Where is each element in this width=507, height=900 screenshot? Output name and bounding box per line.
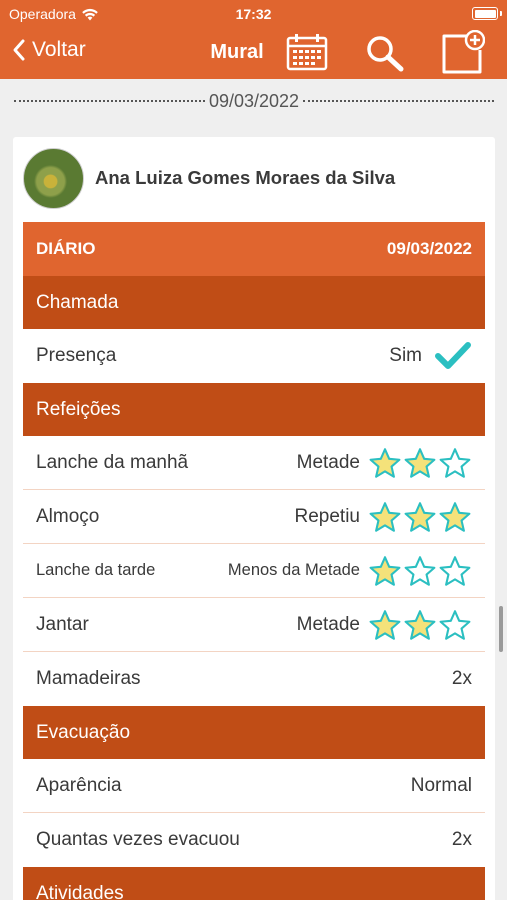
diary-block: DIÁRIO 09/03/2022 Chamada Presença Sim R… xyxy=(23,222,485,900)
appearance-label: Aparência xyxy=(36,774,122,796)
star-empty-icon xyxy=(404,555,436,586)
feed-date-separator: 09/03/2022 xyxy=(14,89,494,113)
appearance-row: Aparência Normal xyxy=(23,759,485,813)
bottles-row: Mamadeiras 2x xyxy=(23,652,485,706)
meal-row: Almoço Repetiu xyxy=(23,490,485,544)
post-author: Ana Luiza Gomes Moraes da Silva xyxy=(23,147,395,209)
star-filled-icon xyxy=(439,501,471,532)
back-label: Voltar xyxy=(32,38,86,61)
meal-row: Jantar Metade xyxy=(23,598,485,652)
divider xyxy=(303,100,494,102)
app-header: Operadora 17:32 Voltar Mural xyxy=(0,0,507,79)
star-filled-icon xyxy=(369,555,401,586)
avatar xyxy=(23,147,84,209)
star-empty-icon xyxy=(439,609,471,640)
divider xyxy=(14,100,205,102)
post-card: Ana Luiza Gomes Moraes da Silva DIÁRIO 0… xyxy=(13,137,495,900)
star-filled-icon xyxy=(369,447,401,478)
bottles-label: Mamadeiras xyxy=(36,668,141,689)
diary-title: DIÁRIO xyxy=(36,239,96,258)
evacuation-count-value: 2x xyxy=(451,829,472,850)
star-filled-icon xyxy=(369,501,401,532)
evacuation-count-label: Quantas vezes evacuou xyxy=(36,829,240,850)
star-empty-icon xyxy=(439,555,471,586)
star-rating xyxy=(368,555,472,587)
meal-row: Lanche da tarde Menos da Metade xyxy=(23,544,485,598)
star-filled-icon xyxy=(404,609,436,640)
section-chamada: Chamada xyxy=(23,276,485,329)
search-icon[interactable] xyxy=(364,34,406,72)
section-title: Atividades xyxy=(36,882,124,900)
back-button[interactable]: Voltar xyxy=(12,38,86,62)
checkmark-icon xyxy=(435,342,471,369)
presence-label: Presença xyxy=(36,345,117,366)
scrollbar[interactable] xyxy=(499,606,503,652)
meal-value: Metade xyxy=(296,613,360,635)
author-name: Ana Luiza Gomes Moraes da Silva xyxy=(95,167,396,188)
chevron-left-icon xyxy=(13,39,25,61)
meal-value: Menos da Metade xyxy=(227,561,360,579)
meal-label: Lanche da tarde xyxy=(36,561,156,579)
clock: 17:32 xyxy=(235,6,272,22)
page-title: Mural xyxy=(210,41,264,63)
star-filled-icon xyxy=(404,447,436,478)
evacuation-count-row: Quantas vezes evacuou 2x xyxy=(23,813,485,867)
meal-label: Lanche da manhã xyxy=(36,451,189,473)
meal-value: Metade xyxy=(296,451,360,473)
star-filled-icon xyxy=(369,609,401,640)
appearance-value: Normal xyxy=(410,774,472,796)
calendar-icon[interactable] xyxy=(286,33,328,71)
status-bar: Operadora 17:32 xyxy=(0,0,507,28)
meal-row: Lanche da manhã Metade xyxy=(23,436,485,490)
nav-bar: Voltar Mural xyxy=(0,28,507,79)
diary-date: 09/03/2022 xyxy=(386,239,472,258)
bottles-value: 2x xyxy=(451,668,472,689)
star-rating xyxy=(368,501,472,533)
star-empty-icon xyxy=(439,447,471,478)
section-evacuacao: Evacuação xyxy=(23,706,485,759)
star-rating xyxy=(368,447,472,479)
star-filled-icon xyxy=(404,501,436,532)
meal-value: Repetiu xyxy=(294,505,361,527)
section-atividades: Atividades xyxy=(23,867,485,900)
feed-date: 09/03/2022 xyxy=(208,90,300,111)
section-title: Chamada xyxy=(36,291,119,313)
star-rating xyxy=(368,609,472,641)
diary-header: DIÁRIO 09/03/2022 xyxy=(23,222,485,276)
add-note-icon[interactable] xyxy=(441,30,485,74)
meal-label: Almoço xyxy=(36,505,100,527)
section-title: Evacuação xyxy=(36,721,131,743)
presence-row: Presença Sim xyxy=(23,329,485,383)
battery-icon xyxy=(472,7,502,20)
meal-label: Jantar xyxy=(36,613,89,635)
presence-value: Sim xyxy=(389,345,422,366)
section-refeicoes: Refeições xyxy=(23,383,485,436)
section-title: Refeições xyxy=(36,398,121,420)
